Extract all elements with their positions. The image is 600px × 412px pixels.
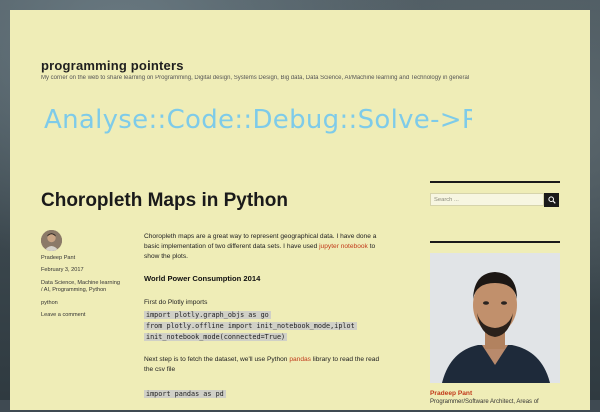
search-input[interactable]: Search ...	[430, 193, 544, 206]
code-line: import plotly.graph_objs as go	[144, 311, 271, 319]
search-icon	[547, 196, 556, 204]
post-date[interactable]: February 3, 2017	[41, 267, 121, 274]
post-categories[interactable]: Data Science, Machine learning / AI, Pro…	[41, 280, 121, 295]
code-block-imports: import plotly.graph_objs as go from plot…	[144, 310, 380, 343]
sidebar-divider	[430, 181, 560, 183]
author-portrait-icon	[430, 253, 560, 383]
pandas-link[interactable]: pandas	[289, 356, 311, 363]
author-photo	[430, 253, 560, 383]
intro-paragraph: Choropleth maps are a great way to repre…	[144, 232, 380, 262]
section-heading: World Power Consumption 2014	[144, 274, 261, 283]
header-banner[interactable]: Analyse::Code::Debug::Solve->Repe	[44, 100, 472, 140]
post-title[interactable]: Choropleth Maps in Python	[41, 190, 288, 212]
page-container: programming pointers My corner on the we…	[10, 10, 590, 410]
imports-paragraph: First do Plotly imports	[144, 299, 208, 306]
post-meta: Pradeep Pant February 3, 2017 Data Scien…	[41, 230, 121, 324]
leave-comment-link[interactable]: Leave a comment	[41, 312, 121, 319]
sidebar: Search ... Pradeep Pant Programmer/Softw…	[430, 181, 560, 405]
post-author[interactable]: Pradeep Pant	[41, 255, 121, 262]
site-description: My corner on the web to share learning o…	[41, 75, 470, 81]
author-name-link[interactable]: Pradeep Pant	[430, 390, 560, 397]
sidebar-divider	[430, 241, 560, 243]
fetch-text: Next step is to fetch the dataset, we'll…	[144, 356, 290, 363]
fetch-paragraph: Next step is to fetch the dataset, we'll…	[144, 355, 380, 375]
author-avatar[interactable]	[41, 230, 62, 251]
jupyter-notebook-link[interactable]: jupyter notebook	[319, 243, 368, 250]
code-line: import pandas as pd	[144, 390, 226, 398]
search-form: Search ...	[430, 193, 560, 207]
site-title[interactable]: programming pointers	[41, 58, 184, 73]
code-block-pandas: import pandas as pd	[144, 389, 380, 400]
search-button[interactable]	[544, 193, 559, 207]
code-line: init_notebook_mode(connected=True)	[144, 333, 288, 341]
code-line: from plotly.offline import init_notebook…	[144, 322, 357, 330]
post-tag[interactable]: python	[41, 300, 121, 307]
avatar-icon	[41, 230, 62, 251]
post-content: Choropleth maps are a great way to repre…	[144, 232, 380, 412]
